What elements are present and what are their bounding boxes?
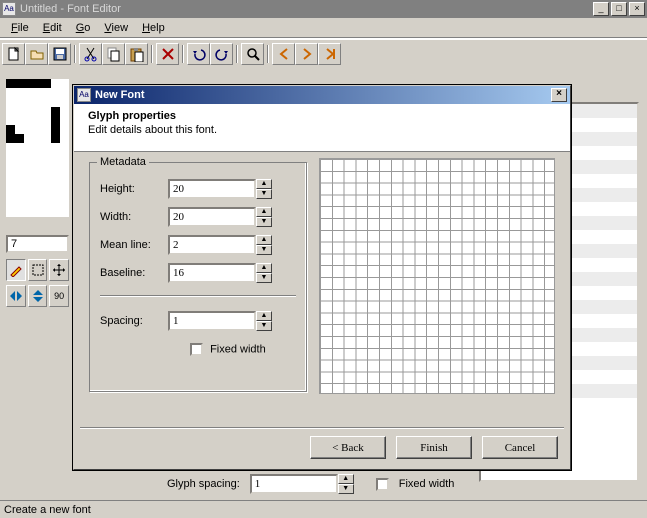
delete-button[interactable]: [156, 43, 179, 65]
groupbox-legend: Metadata: [97, 156, 149, 168]
metadata-groupbox: Metadata Height: ▲▼ Width: ▲▼ Mean line:: [89, 162, 307, 392]
window-title: Untitled - Font Editor: [20, 3, 591, 15]
spinner-down-icon[interactable]: ▼: [256, 273, 272, 283]
baseline-input[interactable]: [168, 263, 256, 283]
meanline-spinner[interactable]: ▲▼: [168, 235, 272, 255]
dialog-separator: [80, 427, 564, 429]
dialog-close-button[interactable]: ×: [551, 88, 567, 102]
baseline-spinner[interactable]: ▲▼: [168, 263, 272, 283]
baseline-label: Baseline:: [100, 267, 168, 279]
width-spinner[interactable]: ▲▼: [168, 207, 272, 227]
main-titlebar: Aa Untitled - Font Editor _ □ ×: [0, 0, 647, 18]
save-button[interactable]: [48, 43, 71, 65]
dialog-header-title: Glyph properties: [88, 110, 556, 122]
menu-help[interactable]: Help: [135, 20, 172, 35]
select-tool[interactable]: [28, 259, 48, 281]
fixed-width-row: Fixed width: [190, 343, 266, 356]
toolbar-separator: [265, 43, 271, 65]
fixed-width-label: Fixed width: [210, 343, 266, 355]
paste-button[interactable]: [125, 43, 148, 65]
dialog-header: Glyph properties Edit details about this…: [74, 104, 570, 152]
zoom-button[interactable]: [241, 43, 264, 65]
spinner-up-icon[interactable]: ▲: [256, 263, 272, 273]
glyph-spacing-input[interactable]: [250, 474, 338, 494]
redo-button[interactable]: [210, 43, 233, 65]
height-spinner[interactable]: ▲▼: [168, 179, 272, 199]
spinner-up-icon[interactable]: ▲: [256, 179, 272, 189]
fixed-width-checkbox[interactable]: [190, 343, 203, 356]
close-button[interactable]: ×: [629, 2, 645, 16]
group-separator: [100, 295, 296, 297]
preview-grid: [319, 158, 555, 394]
goto-glyph-button[interactable]: [318, 43, 341, 65]
cut-button[interactable]: [79, 43, 102, 65]
flip-h-tool[interactable]: [6, 285, 26, 307]
dialog-button-row: < Back Finish Cancel: [310, 436, 558, 459]
menubar: File Edit Go View Help: [0, 18, 647, 37]
side-tool-palette: 90: [6, 259, 69, 311]
flip-v-tool[interactable]: [28, 285, 48, 307]
toolbar-separator: [234, 43, 240, 65]
prev-glyph-button[interactable]: [272, 43, 295, 65]
copy-button[interactable]: [102, 43, 125, 65]
new-font-dialog: Aa New Font × Glyph properties Edit deta…: [73, 85, 571, 470]
maximize-button[interactable]: □: [611, 2, 627, 16]
minimize-button[interactable]: _: [593, 2, 609, 16]
menu-edit[interactable]: Edit: [36, 20, 69, 35]
dialog-title: New Font: [95, 89, 145, 101]
toolbar-separator: [149, 43, 155, 65]
spinner-down-icon[interactable]: ▼: [256, 245, 272, 255]
spinner-up-icon[interactable]: ▲: [256, 311, 272, 321]
pencil-tool[interactable]: [6, 259, 26, 281]
meanline-label: Mean line:: [100, 239, 168, 251]
width-input[interactable]: [168, 207, 256, 227]
spinner-down-icon[interactable]: ▼: [256, 189, 272, 199]
app-icon: Aa: [77, 88, 91, 102]
spacing-input[interactable]: [168, 311, 256, 331]
dialog-body: Metadata Height: ▲▼ Width: ▲▼ Mean line:: [74, 152, 570, 429]
dialog-titlebar: Aa New Font ×: [74, 86, 570, 104]
menu-file[interactable]: File: [4, 20, 36, 35]
char-code-input[interactable]: 7: [6, 235, 69, 253]
cancel-button[interactable]: Cancel: [482, 436, 558, 459]
next-glyph-button[interactable]: [295, 43, 318, 65]
spinner-up-icon[interactable]: ▲: [256, 235, 272, 245]
menu-go[interactable]: Go: [69, 20, 98, 35]
bottom-controls: Glyph spacing: ▲▼ Fixed width: [167, 474, 454, 494]
height-label: Height:: [100, 183, 168, 195]
rotate-tool[interactable]: 90: [49, 285, 69, 307]
dialog-header-subtitle: Edit details about this font.: [88, 124, 556, 136]
spinner-down-icon[interactable]: ▼: [256, 217, 272, 227]
undo-button[interactable]: [187, 43, 210, 65]
toolbar-separator: [180, 43, 186, 65]
move-tool[interactable]: [49, 259, 69, 281]
new-file-button[interactable]: [2, 43, 25, 65]
finish-button[interactable]: Finish: [396, 436, 472, 459]
width-label: Width:: [100, 211, 168, 223]
spinner-down-icon[interactable]: ▼: [338, 484, 354, 494]
app-icon: Aa: [2, 2, 16, 16]
toolbar-separator: [72, 43, 78, 65]
glyph-preview: [319, 158, 555, 394]
menu-view[interactable]: View: [97, 20, 135, 35]
status-text: Create a new font: [4, 504, 91, 516]
height-input[interactable]: [168, 179, 256, 199]
open-file-button[interactable]: [25, 43, 48, 65]
spinner-up-icon[interactable]: ▲: [256, 207, 272, 217]
glyph-spacing-spinner[interactable]: ▲▼: [250, 474, 354, 494]
back-button[interactable]: < Back: [310, 436, 386, 459]
fixed-width-checkbox[interactable]: [376, 478, 389, 491]
spinner-up-icon[interactable]: ▲: [338, 474, 354, 484]
main-toolbar: [0, 39, 647, 67]
glyph-spacing-label: Glyph spacing:: [167, 478, 240, 490]
fixed-width-label: Fixed width: [399, 478, 455, 490]
spinner-down-icon[interactable]: ▼: [256, 321, 272, 331]
statusbar: Create a new font: [0, 500, 647, 518]
glyph-canvas[interactable]: [6, 79, 69, 217]
spacing-label: Spacing:: [100, 315, 168, 327]
meanline-input[interactable]: [168, 235, 256, 255]
spacing-spinner[interactable]: ▲▼: [168, 311, 272, 331]
